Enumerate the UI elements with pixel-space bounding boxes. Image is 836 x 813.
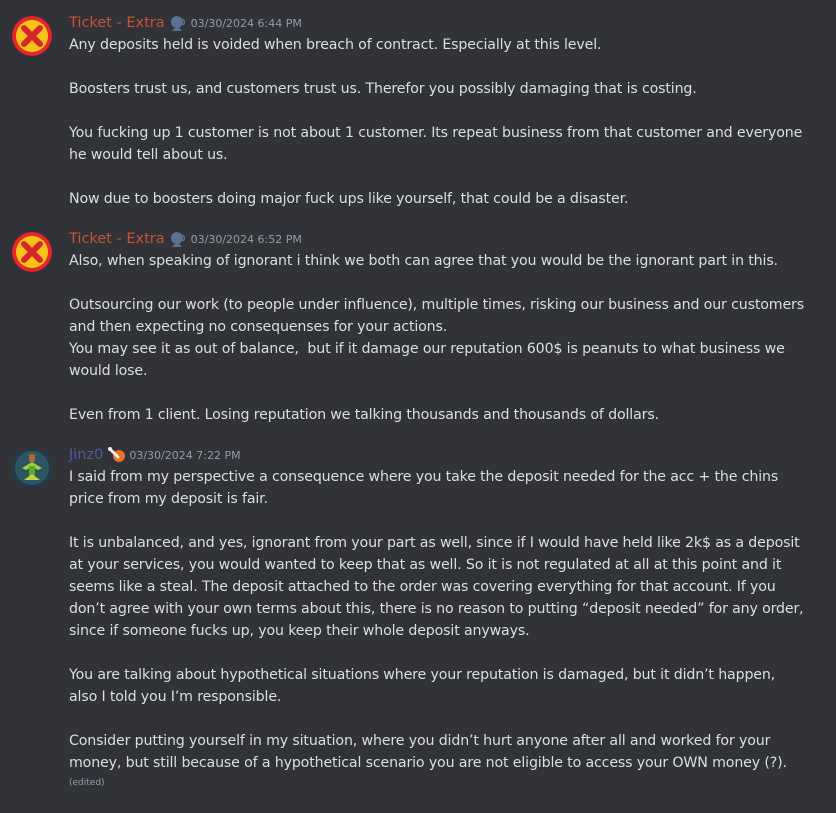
author-name[interactable]: Ticket - Extra	[69, 15, 165, 31]
message-paragraph: You are talking about hypothetical situa…	[69, 667, 780, 705]
timestamp: 03/30/2024 6:44 PM	[190, 16, 302, 30]
message-content: Also, when speaking of ignorant i think …	[69, 250, 806, 426]
author-name[interactable]: Ticket - Extra	[69, 231, 165, 247]
timestamp: 03/30/2024 6:52 PM	[190, 232, 302, 246]
message[interactable]: Jinz0 03/30/2024 7:22 PM I said from my …	[0, 444, 836, 790]
jinz-avatar[interactable]	[12, 448, 52, 488]
message-paragraph: You fucking up 1 customer is not about 1…	[69, 125, 807, 163]
message[interactable]: Ticket - Extra 03/30/2024 6:52 PM Also, …	[0, 228, 836, 426]
timestamp: 03/30/2024 7:22 PM	[129, 448, 241, 462]
message-content: Any deposits held is voided when breach …	[69, 34, 806, 210]
message-paragraph: Now due to boosters doing major fuck ups…	[69, 191, 629, 207]
ticket-avatar[interactable]	[12, 232, 52, 272]
author-name[interactable]: Jinz0	[69, 447, 103, 463]
bone-badge-icon	[107, 446, 126, 464]
character-avatar-icon	[12, 448, 52, 488]
message-paragraph: Outsourcing our work (to people under in…	[69, 297, 809, 335]
message-paragraph: Consider putting yourself in my situatio…	[69, 733, 787, 771]
speaking-head-icon	[169, 14, 187, 32]
red-x-avatar-icon	[12, 232, 52, 272]
message-paragraph: Any deposits held is voided when breach …	[69, 37, 602, 53]
chat-messages: Ticket - Extra 03/30/2024 6:44 PM Any de…	[0, 0, 836, 813]
ticket-avatar[interactable]	[12, 16, 52, 56]
edited-indicator: (edited)	[69, 778, 105, 788]
speaking-head-icon	[169, 230, 187, 248]
message-paragraph: I said from my perspective a consequence…	[69, 469, 783, 507]
message-paragraph: Boosters trust us, and customers trust u…	[69, 81, 697, 97]
message-header: Jinz0 03/30/2024 7:22 PM	[69, 444, 806, 466]
message-paragraph: Even from 1 client. Losing reputation we…	[69, 407, 659, 423]
message[interactable]: Ticket - Extra 03/30/2024 6:44 PM Any de…	[0, 12, 836, 210]
message-paragraph: Also, when speaking of ignorant i think …	[69, 253, 778, 269]
message-paragraph: You may see it as out of balance, but if…	[69, 341, 790, 379]
message-content: I said from my perspective a consequence…	[69, 466, 806, 774]
message-paragraph: It is unbalanced, and yes, ignorant from…	[69, 535, 808, 639]
red-x-avatar-icon	[12, 16, 52, 56]
message-header: Ticket - Extra 03/30/2024 6:44 PM	[69, 12, 806, 34]
message-header: Ticket - Extra 03/30/2024 6:52 PM	[69, 228, 806, 250]
